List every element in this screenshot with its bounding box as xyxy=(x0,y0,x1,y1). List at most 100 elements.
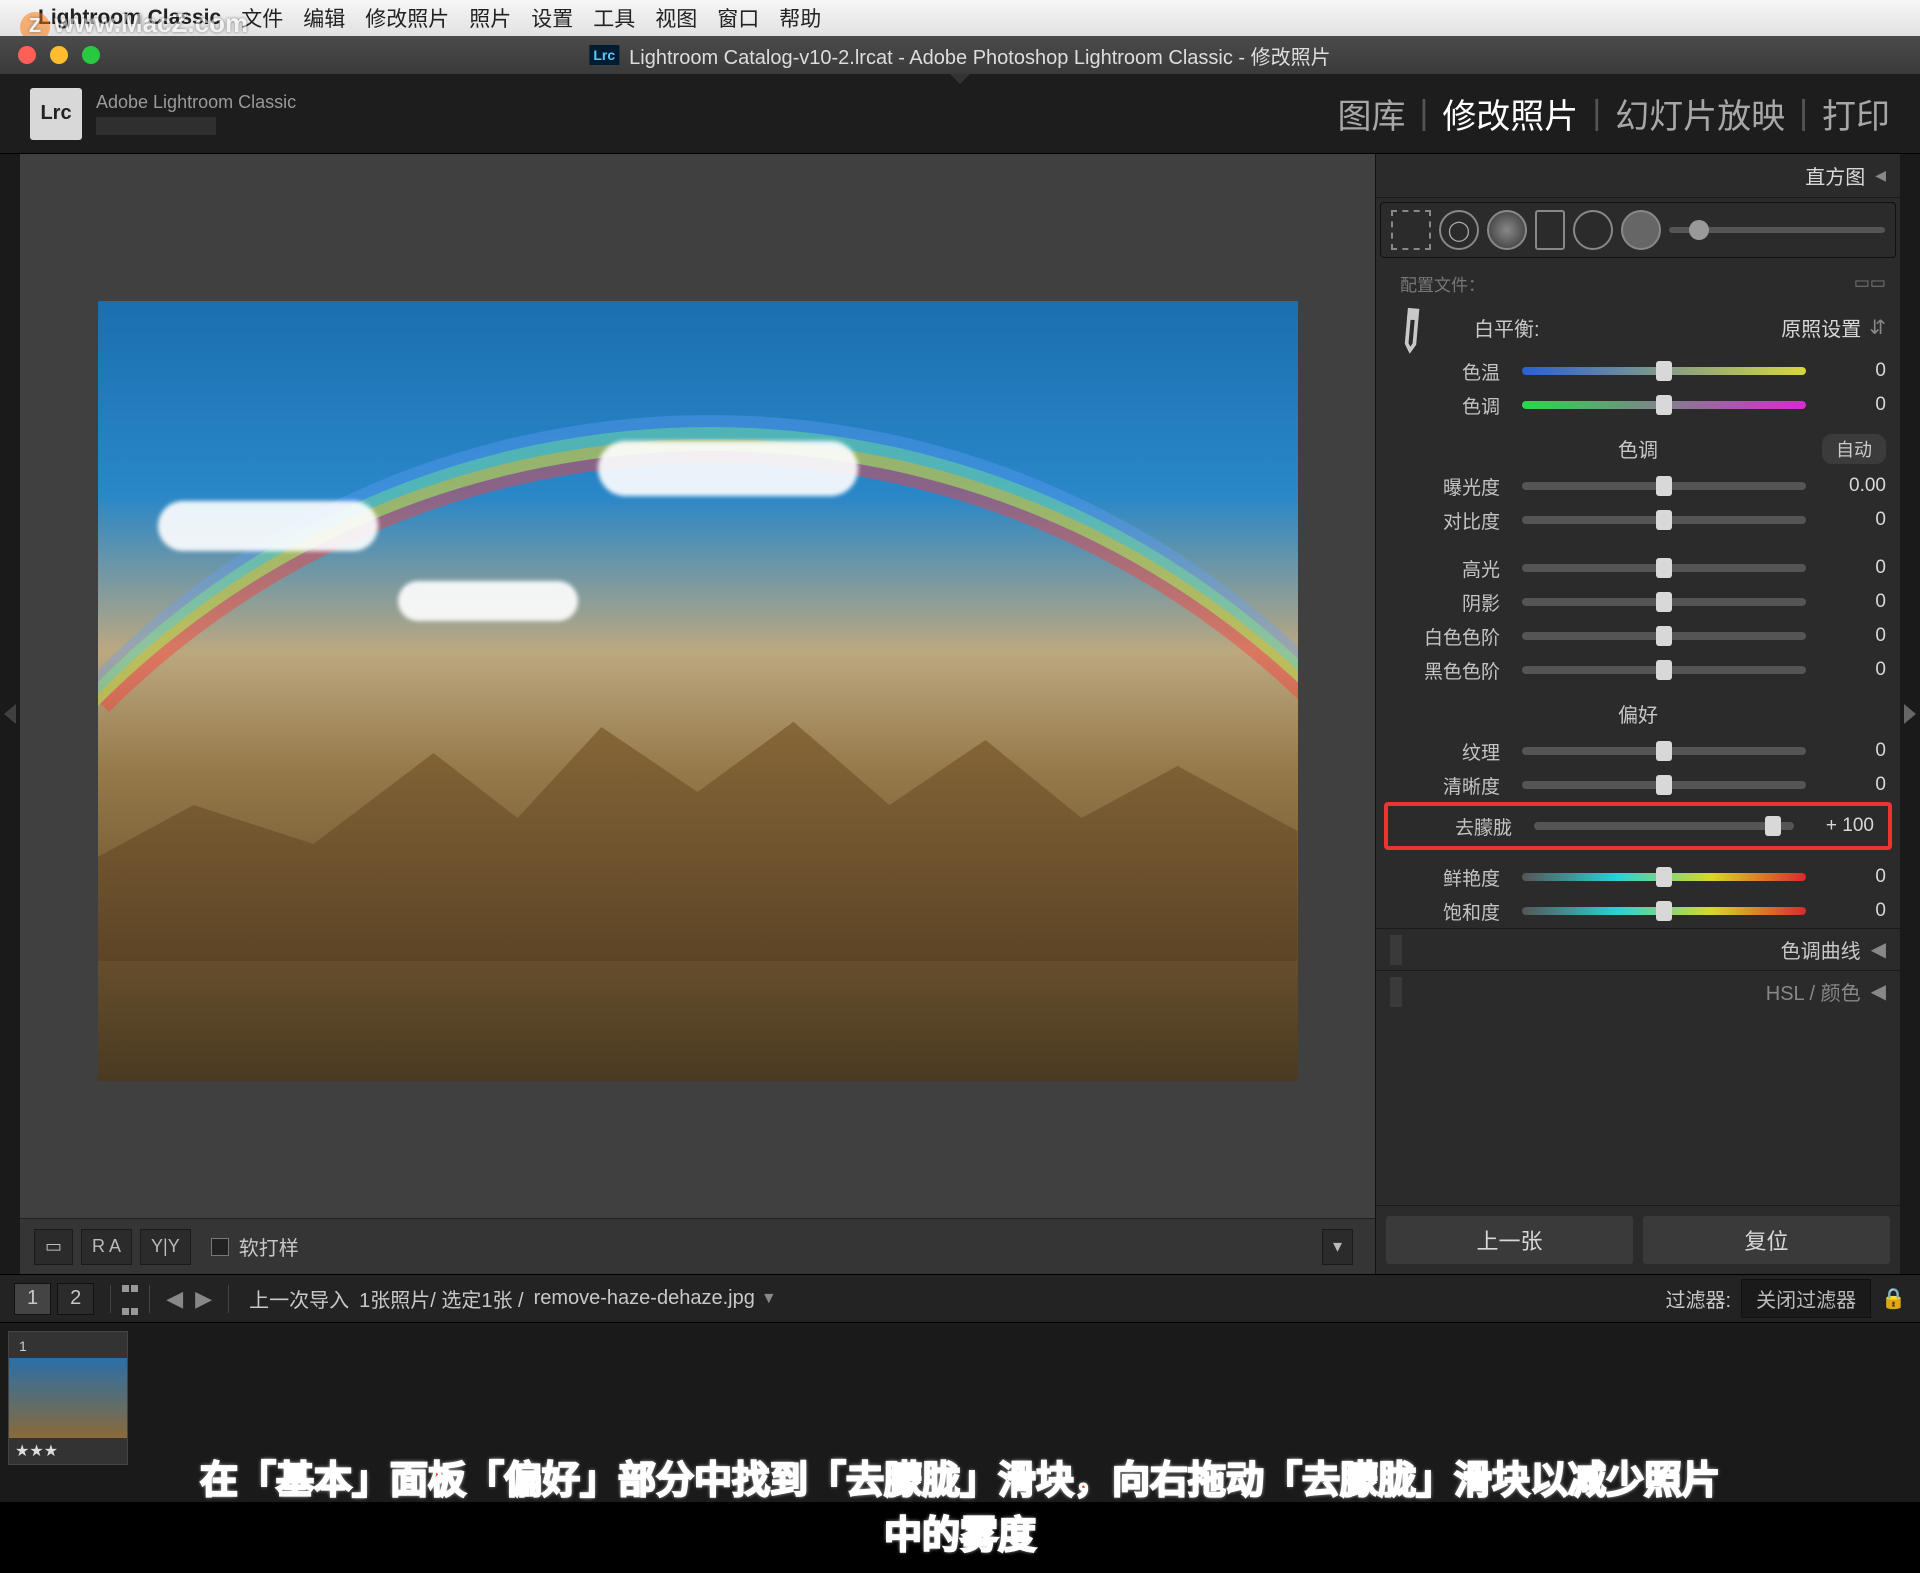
photo-preview xyxy=(98,301,1298,1081)
contrast-slider[interactable] xyxy=(1522,516,1806,524)
menu-view[interactable]: 视图 xyxy=(655,3,697,33)
exposure-slider[interactable] xyxy=(1522,482,1806,490)
before-after-ra-button[interactable]: R A xyxy=(81,1229,132,1265)
shadows-label: 阴影 xyxy=(1390,589,1500,616)
filter-label: 过滤器: xyxy=(1666,1284,1732,1313)
highlights-slider[interactable] xyxy=(1522,564,1806,572)
grid-view-icon[interactable] xyxy=(121,1276,139,1322)
texture-label: 纹理 xyxy=(1390,738,1500,765)
thumb-stars[interactable]: ★★★ xyxy=(9,1438,127,1464)
radial-filter-icon[interactable] xyxy=(1573,210,1613,250)
breadcrumb-filename[interactable]: remove-haze-dehaze.jpg xyxy=(534,1287,755,1310)
menu-window[interactable]: 窗口 xyxy=(717,3,759,33)
clarity-slider[interactable] xyxy=(1522,781,1806,789)
texture-slider[interactable] xyxy=(1522,747,1806,755)
identity-sub xyxy=(96,117,216,135)
whites-value[interactable]: 0 xyxy=(1816,625,1886,647)
window-zoom-button[interactable] xyxy=(82,46,100,64)
module-slideshow[interactable]: 幻灯片放映 xyxy=(1615,89,1785,138)
redeye-tool-icon[interactable] xyxy=(1487,210,1527,250)
develop-toolstrip: ◯ xyxy=(1380,202,1896,258)
module-develop[interactable]: 修改照片 xyxy=(1442,89,1578,138)
shadows-slider[interactable] xyxy=(1522,598,1806,606)
develop-toolbar: ▭ R A Y|Y 软打样 ▾ xyxy=(20,1218,1375,1274)
histogram-header[interactable]: 直方图◀ xyxy=(1376,154,1900,198)
tint-slider[interactable] xyxy=(1522,401,1806,409)
shadows-value[interactable]: 0 xyxy=(1816,591,1886,613)
blacks-label: 黑色色阶 xyxy=(1390,657,1500,684)
tint-value[interactable]: 0 xyxy=(1816,394,1886,416)
blacks-slider[interactable] xyxy=(1522,666,1806,674)
contrast-value[interactable]: 0 xyxy=(1816,509,1886,531)
right-panel-flipper[interactable] xyxy=(1900,154,1920,1274)
lrc-doc-badge: Lrc xyxy=(589,45,619,65)
top-panel-flipper[interactable] xyxy=(950,74,970,84)
menu-settings[interactable]: 设置 xyxy=(531,3,573,33)
contrast-label: 对比度 xyxy=(1390,507,1500,534)
tone-curve-panel-header[interactable]: 色调曲线◀ xyxy=(1376,928,1900,970)
wb-preset-select[interactable]: 原照设置⇵ xyxy=(1781,313,1886,342)
menu-photo[interactable]: 照片 xyxy=(469,3,511,33)
saturation-slider[interactable] xyxy=(1522,907,1806,915)
menu-develop[interactable]: 修改照片 xyxy=(365,3,449,33)
identity-label: Adobe Lightroom Classic xyxy=(96,92,296,113)
nav-fwd-icon[interactable]: ▶ xyxy=(195,1286,212,1312)
nav-back-icon[interactable]: ◀ xyxy=(166,1286,183,1312)
grad-filter-icon[interactable] xyxy=(1535,210,1565,250)
identity-row: Lrc Adobe Lightroom Classic 图库| 修改照片| 幻灯… xyxy=(0,74,1920,154)
menu-edit[interactable]: 编辑 xyxy=(303,3,345,33)
monitor-1-button[interactable]: 1 xyxy=(14,1283,51,1315)
hsl-panel-header[interactable]: HSL / 颜色◀ xyxy=(1376,970,1900,1012)
thumb-image xyxy=(9,1358,127,1438)
brush-tool-icon[interactable] xyxy=(1621,210,1661,250)
texture-value[interactable]: 0 xyxy=(1816,740,1886,762)
dehaze-value[interactable]: + 100 xyxy=(1804,815,1874,837)
develop-right-panel: 直方图◀ ◯ 配置文件： ▭▭ 白平衡: 原照设置⇵ 色温0 色调0 xyxy=(1375,154,1900,1274)
wb-eyedropper-icon[interactable] xyxy=(1381,296,1443,358)
module-print[interactable]: 打印 xyxy=(1822,89,1890,138)
vibrance-slider[interactable] xyxy=(1522,873,1806,881)
window-minimize-button[interactable] xyxy=(50,46,68,64)
presence-section-title: 偏好 xyxy=(1376,699,1900,728)
before-after-yy-button[interactable]: Y|Y xyxy=(140,1229,191,1265)
exposure-value[interactable]: 0.00 xyxy=(1816,475,1886,497)
saturation-value[interactable]: 0 xyxy=(1816,900,1886,922)
loupe-view-button[interactable]: ▭ xyxy=(34,1229,73,1265)
filter-select[interactable]: 关闭过滤器 xyxy=(1741,1279,1871,1318)
auto-tone-button[interactable]: 自动 xyxy=(1822,434,1886,464)
blacks-value[interactable]: 0 xyxy=(1816,659,1886,681)
menu-file[interactable]: 文件 xyxy=(241,3,283,33)
previous-photo-button[interactable]: 上一张 xyxy=(1386,1216,1633,1264)
reset-button[interactable]: 复位 xyxy=(1643,1216,1890,1264)
temp-slider[interactable] xyxy=(1522,367,1806,375)
softproof-checkbox[interactable] xyxy=(211,1238,229,1256)
menubar-app-name[interactable]: Lightroom Classic xyxy=(38,6,221,30)
temp-value[interactable]: 0 xyxy=(1816,360,1886,382)
menu-help[interactable]: 帮助 xyxy=(779,3,821,33)
filmstrip-header: 1 2 ◀ ▶ 上一次导入 1张照片/ 选定1张 / remove-haze-d… xyxy=(0,1274,1920,1322)
module-library[interactable]: 图库 xyxy=(1337,89,1405,138)
thumbnail[interactable]: 1 ★★★ xyxy=(8,1331,128,1465)
left-panel-flipper[interactable] xyxy=(0,154,20,1274)
breadcrumb-source[interactable]: 上一次导入 xyxy=(249,1284,349,1313)
whites-slider[interactable] xyxy=(1522,632,1806,640)
filter-lock-icon[interactable]: 🔒 xyxy=(1881,1286,1906,1311)
breadcrumb-menu-icon[interactable]: ▼ xyxy=(761,1290,777,1308)
menu-tools[interactable]: 工具 xyxy=(593,3,635,33)
highlights-value[interactable]: 0 xyxy=(1816,557,1886,579)
clarity-value[interactable]: 0 xyxy=(1816,774,1886,796)
highlights-label: 高光 xyxy=(1390,555,1500,582)
monitor-2-button[interactable]: 2 xyxy=(57,1283,94,1315)
dehaze-slider[interactable] xyxy=(1534,822,1794,830)
window-title: Lightroom Catalog-v10-2.lrcat - Adobe Ph… xyxy=(629,41,1330,70)
window-close-button[interactable] xyxy=(18,46,36,64)
breadcrumb-counts: 1张照片/ 选定1张 / xyxy=(359,1284,523,1313)
crop-tool-icon[interactable] xyxy=(1391,210,1431,250)
dehaze-highlight: 去朦胧+ 100 xyxy=(1384,802,1892,850)
filmstrip[interactable]: 1 ★★★ xyxy=(0,1322,1920,1502)
toolstrip-slider[interactable] xyxy=(1669,227,1885,233)
spot-tool-icon[interactable]: ◯ xyxy=(1439,210,1479,250)
toolbar-overflow-button[interactable]: ▾ xyxy=(1322,1229,1353,1265)
vibrance-value[interactable]: 0 xyxy=(1816,866,1886,888)
develop-canvas[interactable] xyxy=(20,154,1375,1218)
